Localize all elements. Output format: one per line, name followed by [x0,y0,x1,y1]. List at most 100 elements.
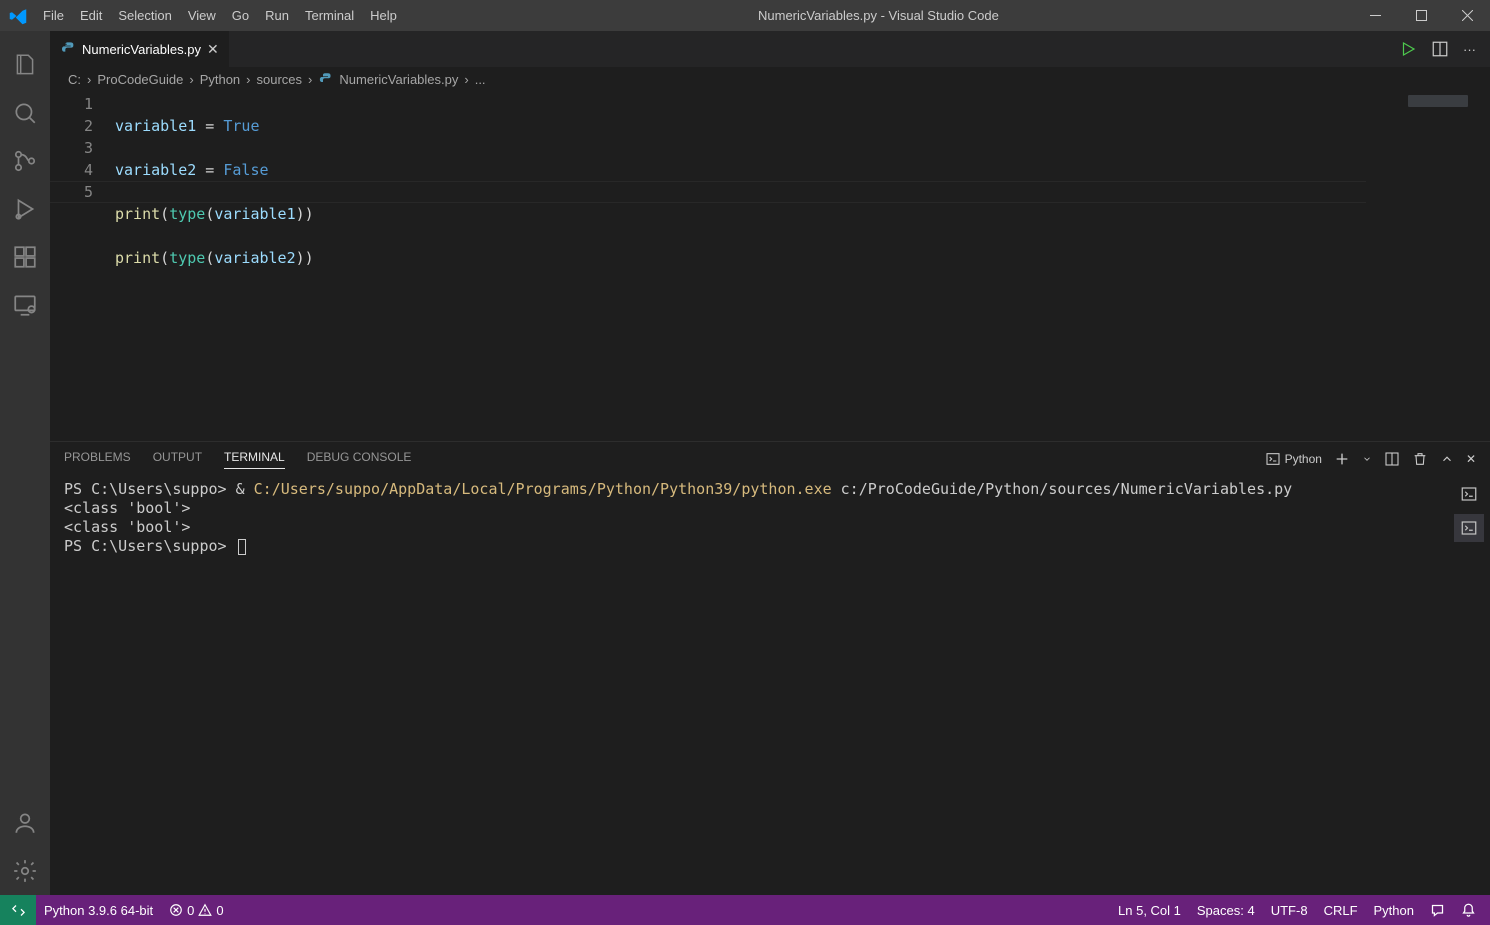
remote-explorer-icon[interactable] [1,281,49,329]
minimap[interactable] [1366,91,1476,441]
python-file-icon [318,72,333,87]
tabs-row: NumericVariables.py ✕ ··· [50,31,1490,67]
breadcrumb-more[interactable]: ... [475,72,486,87]
status-python-version[interactable]: Python 3.9.6 64-bit [36,903,161,918]
panel-tab-debug[interactable]: Debug Console [307,450,412,468]
search-icon[interactable] [1,89,49,137]
code-token: ( [160,205,169,223]
chevron-right-icon: › [464,72,468,87]
titlebar: File Edit Selection View Go Run Terminal… [0,0,1490,31]
menu-run[interactable]: Run [257,0,297,31]
menu-edit[interactable]: Edit [72,0,110,31]
terminal-instance-icon[interactable] [1454,480,1484,508]
accounts-icon[interactable] [1,799,49,847]
close-button[interactable] [1444,0,1490,31]
code-token: variable1 [214,205,295,223]
activity-bar [0,31,50,895]
code-token: variable2 [115,161,196,179]
menu-terminal[interactable]: Terminal [297,0,362,31]
vscode-logo-icon [0,7,35,25]
breadcrumb-p3[interactable]: sources [257,72,303,87]
code-token: ( [160,249,169,267]
status-feedback-icon[interactable] [1422,903,1453,918]
code-token: )) [296,205,314,223]
tab-close-icon[interactable]: ✕ [207,41,219,58]
explorer-icon[interactable] [1,41,49,89]
kill-terminal-icon[interactable] [1412,451,1428,467]
code-content[interactable]: variable1 = True variable2 = False print… [115,91,1366,441]
editor[interactable]: 1 2 3 4 5 variable1 = True variable2 = F… [50,91,1490,441]
code-token: print [115,249,160,267]
code-token: = [196,161,223,179]
status-cursor-position[interactable]: Ln 5, Col 1 [1110,903,1189,918]
term-line: <class 'bool'> [64,518,190,536]
status-indentation[interactable]: Spaces: 4 [1189,903,1263,918]
editor-group: NumericVariables.py ✕ ··· C: › ProCodeGu… [50,31,1490,895]
run-debug-icon[interactable] [1,185,49,233]
menu-help[interactable]: Help [362,0,405,31]
status-language-mode[interactable]: Python [1366,903,1422,918]
panel-tab-terminal[interactable]: Terminal [224,450,285,469]
menu-file[interactable]: File [35,0,72,31]
panel: Problems Output Terminal Debug Console P… [50,441,1490,895]
shell-name: Python [1285,452,1322,466]
chevron-right-icon: › [87,72,91,87]
minimize-button[interactable] [1352,0,1398,31]
line-number: 3 [50,137,93,159]
panel-tab-output[interactable]: Output [153,450,202,468]
warning-count: 0 [216,903,223,918]
terminal-cursor [238,539,246,555]
terminal-dropdown-icon[interactable] [1362,454,1372,464]
code-token: )) [296,249,314,267]
status-eol[interactable]: CRLF [1316,903,1366,918]
error-count: 0 [187,903,194,918]
window-title: NumericVariables.py - Visual Studio Code [405,8,1352,23]
term-line: PS C:\Users\suppo> [64,537,246,555]
python-file-icon [60,41,76,57]
maximize-button[interactable] [1398,0,1444,31]
line-number: 1 [50,93,93,115]
chevron-right-icon: › [189,72,193,87]
split-terminal-icon[interactable] [1384,451,1400,467]
terminal-instance-icon[interactable] [1454,514,1484,542]
run-file-icon[interactable] [1399,40,1417,58]
close-panel-icon[interactable]: ✕ [1466,452,1476,466]
panel-tabs: Problems Output Terminal Debug Console P… [50,442,1490,476]
panel-body: PS C:\Users\suppo> & C:/Users/suppo/AppD… [50,476,1490,895]
breadcrumb-drive[interactable]: C: [68,72,81,87]
breadcrumb[interactable]: C: › ProCodeGuide › Python › sources › N… [50,67,1490,91]
breadcrumb-p1[interactable]: ProCodeGuide [97,72,183,87]
panel-tab-problems[interactable]: Problems [64,450,131,468]
status-problems[interactable]: 0 0 [161,903,231,918]
code-token: False [223,161,268,179]
term-line: <class 'bool'> [64,499,190,517]
extensions-icon[interactable] [1,233,49,281]
vertical-scrollbar[interactable] [1476,91,1490,441]
source-control-icon[interactable] [1,137,49,185]
tab-numericvariables[interactable]: NumericVariables.py ✕ [50,31,230,67]
maximize-panel-icon[interactable] [1440,452,1454,466]
code-token: ( [205,249,214,267]
terminal-output[interactable]: PS C:\Users\suppo> & C:/Users/suppo/AppD… [50,476,1448,895]
remote-indicator[interactable] [0,895,36,925]
breadcrumb-p2[interactable]: Python [200,72,240,87]
code-token: = [196,117,223,135]
menu-go[interactable]: Go [224,0,257,31]
more-actions-icon[interactable]: ··· [1463,42,1476,57]
menu-selection[interactable]: Selection [110,0,179,31]
breadcrumb-file[interactable]: NumericVariables.py [339,72,458,87]
minimap-content [1408,95,1468,107]
line-numbers: 1 2 3 4 5 [50,91,115,441]
status-encoding[interactable]: UTF-8 [1263,903,1316,918]
code-token: variable2 [214,249,295,267]
panel-actions: Python ✕ [1265,451,1490,467]
settings-gear-icon[interactable] [1,847,49,895]
split-editor-icon[interactable] [1431,40,1449,58]
status-notifications-icon[interactable] [1453,903,1484,918]
menu-view[interactable]: View [180,0,224,31]
chevron-right-icon: › [308,72,312,87]
code-token: variable1 [115,117,196,135]
code-token: type [169,249,205,267]
new-terminal-icon[interactable] [1334,451,1350,467]
terminal-shell-label[interactable]: Python [1265,451,1322,467]
